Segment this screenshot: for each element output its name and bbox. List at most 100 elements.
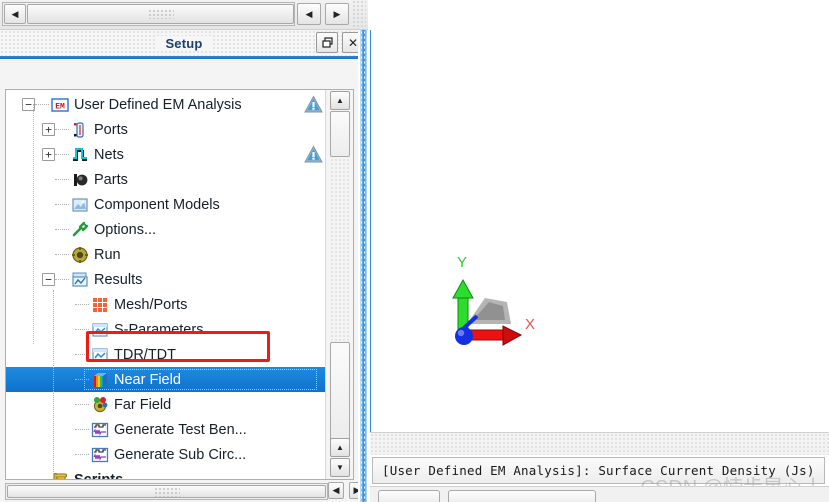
- component-models-icon: [69, 196, 91, 214]
- tree-item-far-field[interactable]: Far Field: [6, 392, 325, 417]
- tree-item-label: Near Field: [114, 371, 181, 388]
- expand-icon[interactable]: +: [42, 123, 55, 136]
- axis-label-x: X: [525, 316, 536, 333]
- expand-icon[interactable]: +: [42, 148, 55, 161]
- tree-connector-line: [35, 479, 49, 480]
- tree-connector-line: [55, 129, 69, 130]
- tree-item-label: S-Parameters: [114, 321, 204, 338]
- tree-scroll-gutter[interactable]: [330, 158, 350, 341]
- setup-panel: Setup ✕ − EM User Defined EM Analysis + Port…: [0, 30, 368, 502]
- setup-tree[interactable]: − EM User Defined EM Analysis + Ports + Nets Pa…: [6, 90, 325, 479]
- top-scrollbar-thumb[interactable]: [27, 4, 294, 24]
- 3d-viewport[interactable]: Y X: [370, 30, 829, 432]
- tree-scroll-down-button[interactable]: ▼: [330, 458, 350, 477]
- top-horizontal-scrollbar[interactable]: ◀: [2, 2, 295, 26]
- tree-scroll-left-icon[interactable]: ◀: [328, 482, 344, 499]
- tree-item-label: Generate Test Ben...: [114, 421, 247, 438]
- tree-item-mesh-ports[interactable]: Mesh/Ports: [6, 292, 325, 317]
- bottom-toolbar-button-1[interactable]: [378, 490, 440, 502]
- tree-connector-line: [35, 104, 49, 105]
- tree-connector-line: [75, 454, 89, 455]
- tree-connector-line: [75, 329, 89, 330]
- tree-connector-line: [55, 204, 69, 205]
- results-icon: [69, 271, 91, 289]
- tree-item-label: Far Field: [114, 396, 172, 413]
- tree-item-label: TDR/TDT: [114, 346, 177, 363]
- application-window: ◀ ◀ ▶ Setup ✕ − EM User Defined EM Analy…: [0, 0, 829, 502]
- tree-item-label: Mesh/Ports: [114, 296, 188, 313]
- svg-text:EM: EM: [55, 102, 65, 111]
- tree-item-label: Options...: [94, 221, 157, 238]
- collapse-icon[interactable]: −: [22, 98, 35, 111]
- tree-item-parts[interactable]: Parts: [6, 167, 325, 192]
- panel-splitter[interactable]: [358, 30, 370, 502]
- bottom-toolbar-combobox[interactable]: [448, 490, 596, 502]
- tree-item-user-defined-em-analysis[interactable]: − EM User Defined EM Analysis: [6, 92, 325, 117]
- tree-item-component-models[interactable]: Component Models: [6, 192, 325, 217]
- tree-item-label: Scripts: [74, 471, 124, 480]
- restore-icon: [321, 37, 333, 48]
- tree-connector-line: [55, 154, 69, 155]
- em-analysis-icon: EM: [49, 96, 71, 114]
- tree-item-ports[interactable]: + Ports: [6, 117, 325, 142]
- parts-icon: [69, 171, 91, 189]
- generate-test-bench-icon: [89, 421, 111, 439]
- tree-item-scripts[interactable]: Scripts: [6, 467, 325, 480]
- nav-next-icon[interactable]: ▶: [325, 3, 349, 25]
- panel-texture: [352, 0, 366, 30]
- mesh-ports-icon: [89, 296, 111, 314]
- setup-titlebar: Setup ✕: [0, 30, 368, 56]
- tree-item-s-parameters[interactable]: S-Parameters: [6, 317, 325, 342]
- axis-gizmo[interactable]: Y X: [433, 254, 543, 368]
- tree-item-run[interactable]: Run: [6, 242, 325, 267]
- tree-horizontal-scrollbar[interactable]: [5, 483, 328, 500]
- titlebar-accent: [0, 56, 368, 59]
- tree-vertical-scrollbar[interactable]: ▲ ▲ ▼: [325, 90, 353, 479]
- tree-scroll-thumb[interactable]: [330, 342, 350, 442]
- warning-icon: [304, 95, 323, 114]
- tree-item-label: Nets: [94, 146, 124, 163]
- tree-scroll-thumb-top[interactable]: [330, 111, 350, 157]
- collapse-icon[interactable]: −: [42, 273, 55, 286]
- scrollbar-grip-icon: [147, 9, 174, 19]
- scripts-icon: [49, 471, 71, 479]
- s-parameters-icon: [89, 321, 111, 339]
- tree-item-generate-sub-circ[interactable]: Generate Sub Circ...: [6, 442, 325, 467]
- restore-button[interactable]: [316, 32, 338, 53]
- tree-item-options[interactable]: Options...: [6, 217, 325, 242]
- nets-icon: [69, 146, 91, 164]
- tree-item-tdr-tdt[interactable]: TDR/TDT: [6, 342, 325, 367]
- tree-item-label: Generate Sub Circ...: [114, 446, 247, 463]
- run-icon: [69, 246, 91, 264]
- tree-hscroll-thumb[interactable]: [7, 485, 326, 498]
- tree-scroll-up-button-2[interactable]: ▲: [330, 438, 350, 457]
- tree-item-near-field[interactable]: Near Field: [6, 367, 325, 392]
- tree-item-results[interactable]: − Results: [6, 267, 325, 292]
- scrollbar-grip-icon-2: [153, 486, 180, 497]
- tree-connector-line: [75, 379, 89, 380]
- tree-item-nets[interactable]: + Nets: [6, 142, 325, 167]
- top-nav-arrows[interactable]: ◀ ▶: [296, 2, 350, 26]
- viewport-bottom-strip: [370, 432, 829, 455]
- tree-item-label: Results: [94, 271, 143, 288]
- tree-item-generate-test-ben[interactable]: Generate Test Ben...: [6, 417, 325, 442]
- tree-item-label: User Defined EM Analysis: [74, 96, 242, 113]
- top-scrollbar-strip: ◀ ◀ ▶: [0, 0, 368, 30]
- status-bar-text: [User Defined EM Analysis]: Surface Curr…: [382, 463, 815, 478]
- tree-scroll-up-button[interactable]: ▲: [330, 91, 350, 110]
- status-bar: [User Defined EM Analysis]: Surface Curr…: [372, 457, 825, 484]
- options-icon: [69, 221, 91, 239]
- tree-connector-line: [55, 254, 69, 255]
- generate-sub-circuit-icon: [89, 446, 111, 464]
- tdr-tdt-icon: [89, 346, 111, 364]
- near-field-icon: [89, 371, 111, 389]
- nav-previous-icon[interactable]: ◀: [297, 3, 321, 25]
- axis-label-y: Y: [457, 254, 468, 271]
- scroll-left-icon[interactable]: ◀: [4, 4, 26, 24]
